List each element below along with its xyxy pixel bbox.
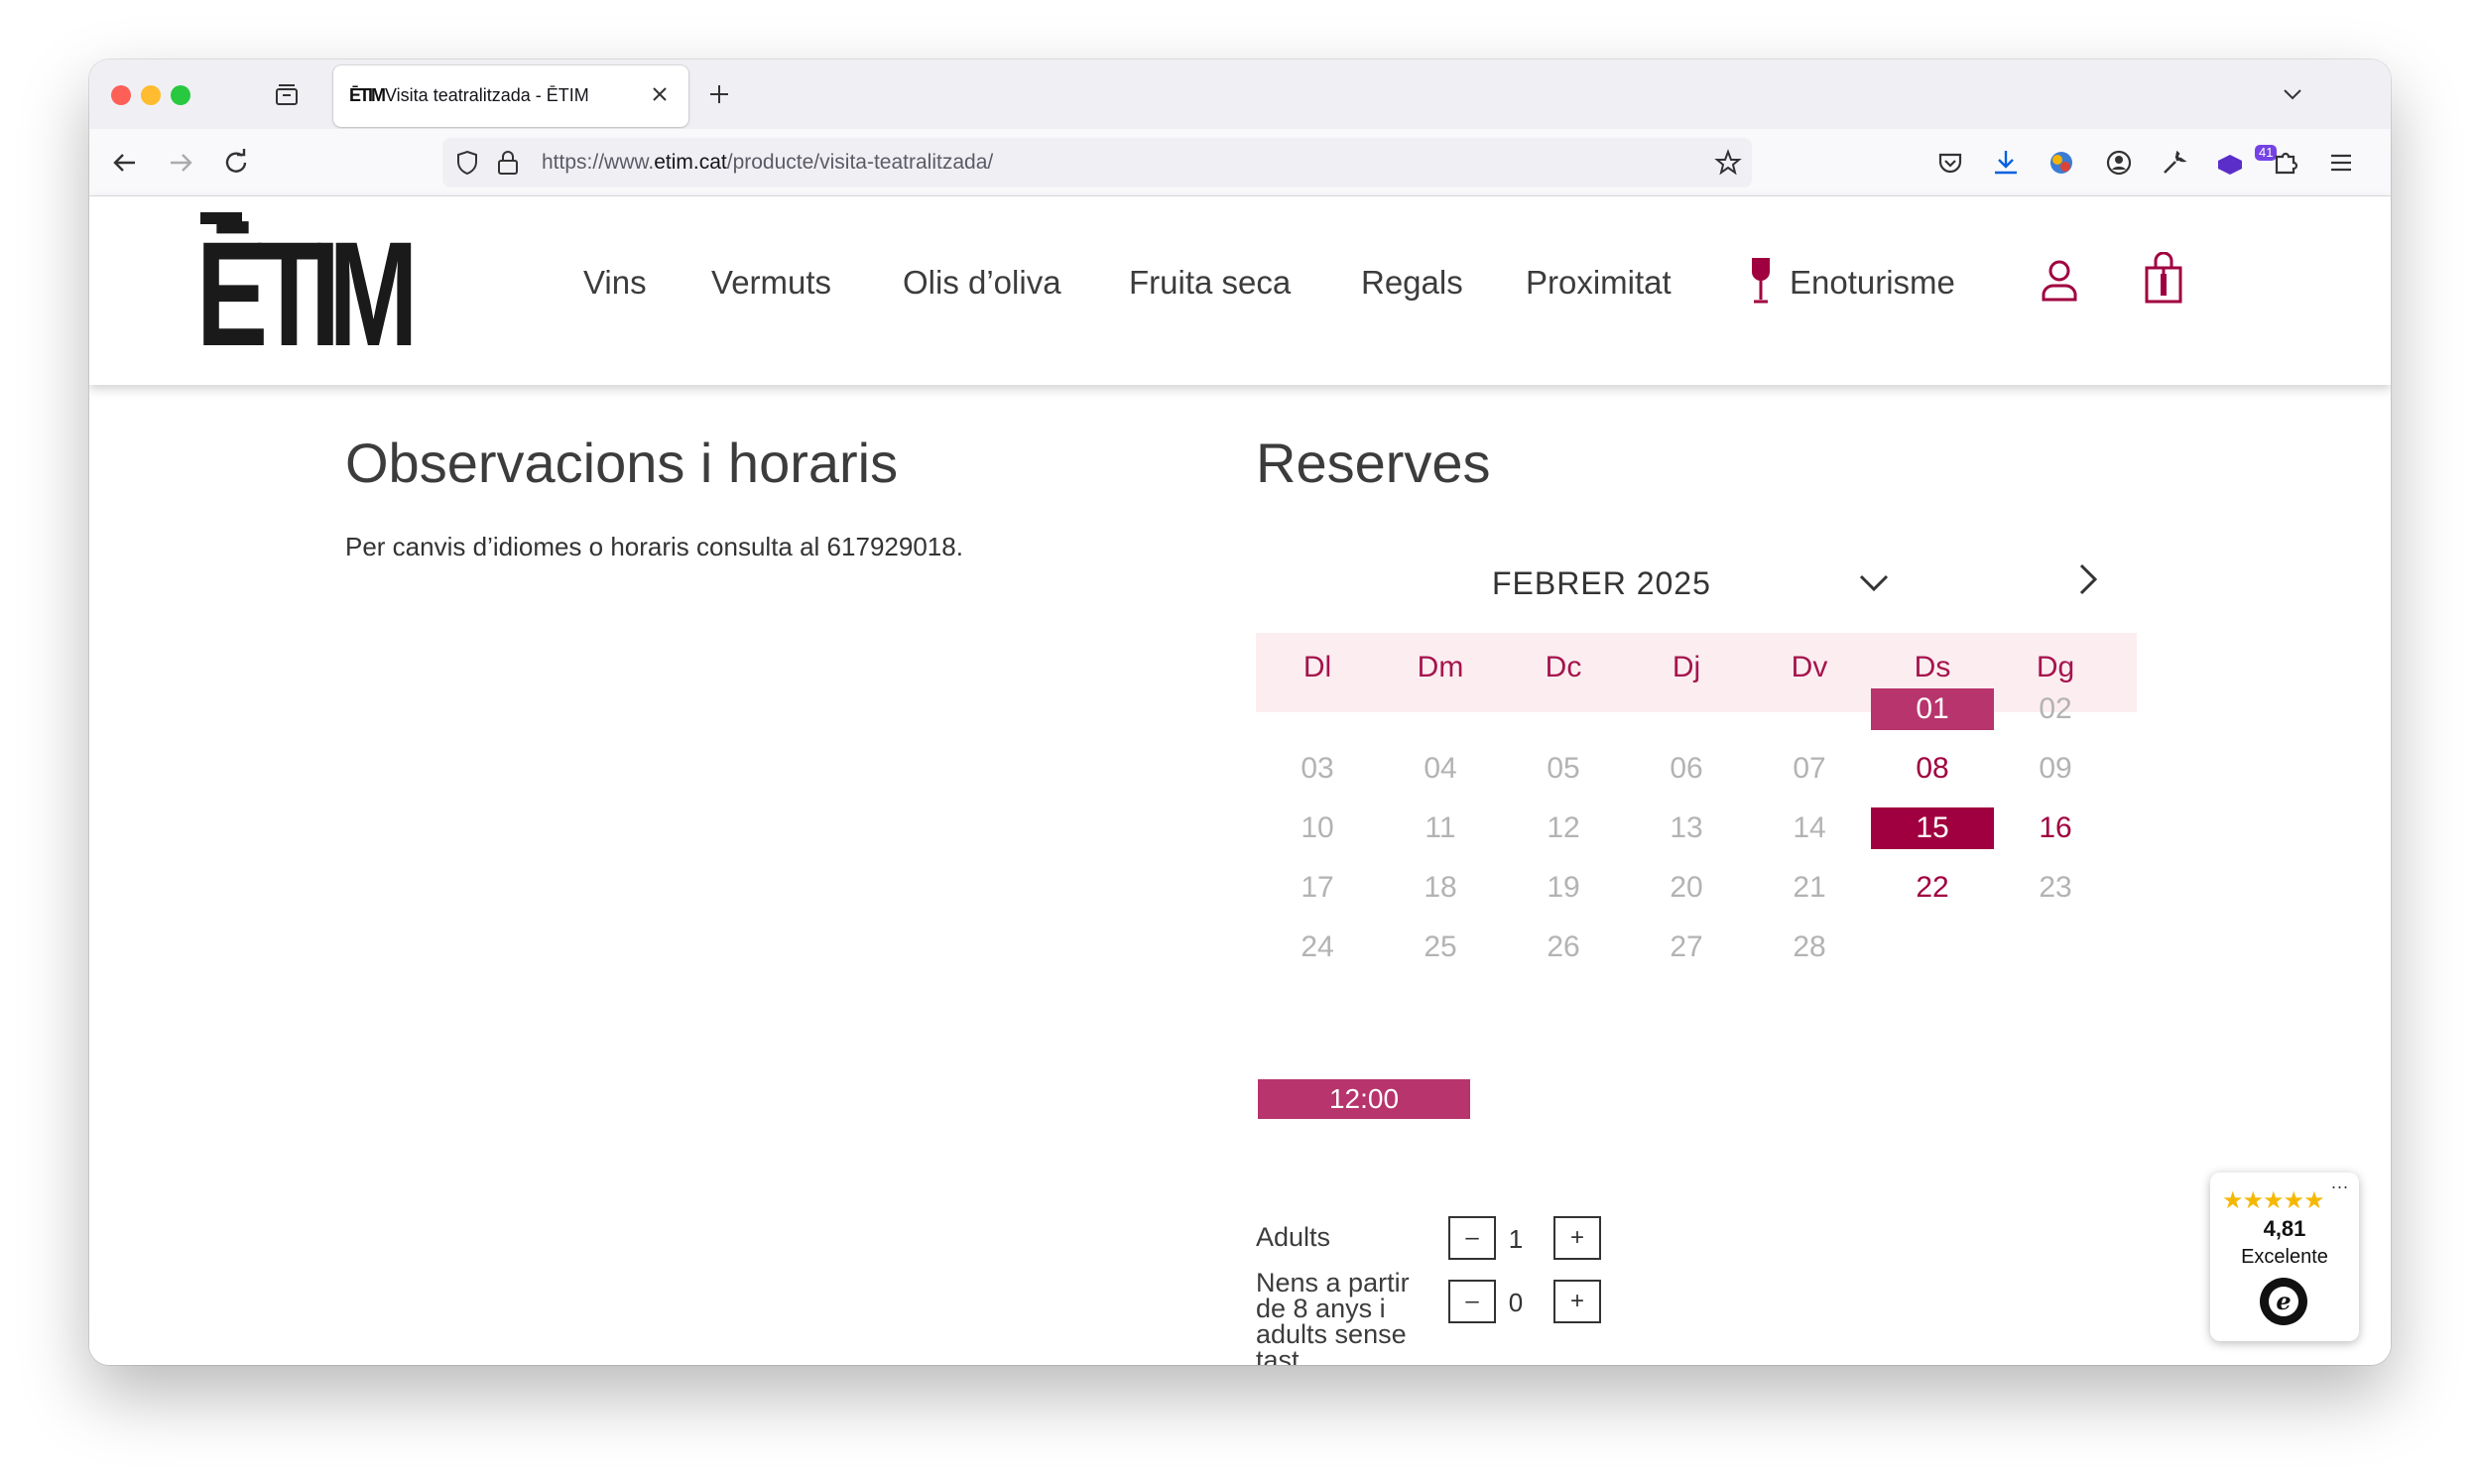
tab-title: Visita teatralitzada - ĒTIM xyxy=(385,85,589,105)
calendar-day-02[interactable]: 02 xyxy=(1994,688,2117,730)
adults-label: Adults xyxy=(1256,1222,1331,1252)
nav-olis[interactable]: Olis d’oliva xyxy=(903,264,1061,302)
chevron-right-icon[interactable] xyxy=(2071,559,2103,599)
time-slot-button[interactable]: 12:00 xyxy=(1258,1079,1470,1119)
weekday-label: Dj xyxy=(1672,651,1701,683)
calendar-day-10[interactable]: 10 xyxy=(1256,807,1379,849)
downloads-icon[interactable] xyxy=(1990,147,2022,179)
extensions-puzzle-icon[interactable] xyxy=(2270,147,2301,179)
calendar-day-26[interactable]: 26 xyxy=(1502,927,1625,968)
site-header: ĒTIM Vins Vermuts Olis d’oliva Fruita se… xyxy=(89,196,2391,385)
calendar-day-22[interactable]: 22 xyxy=(1871,867,1994,909)
active-tab[interactable]: ĒTIM Visita teatralitzada - ĒTIM xyxy=(333,65,688,127)
extension-badge-icon[interactable] xyxy=(2214,147,2246,179)
tab-bar: ĒTIM Visita teatralitzada - ĒTIM xyxy=(89,60,2391,129)
calendar-day-20[interactable]: 20 xyxy=(1625,867,1748,909)
user-account-icon[interactable] xyxy=(2040,258,2079,302)
calendar-day-16[interactable]: 16 xyxy=(1994,807,2117,849)
observations-title: Observacions i horaris xyxy=(345,432,899,494)
calendar-day-28[interactable]: 28 xyxy=(1748,927,1871,968)
calendar-day-12[interactable]: 12 xyxy=(1502,807,1625,849)
calendar-day-19[interactable]: 19 xyxy=(1502,867,1625,909)
pocket-icon[interactable] xyxy=(1934,147,1966,179)
calendar-day-05[interactable]: 05 xyxy=(1502,748,1625,790)
month-label[interactable]: FEBRER 2025 xyxy=(1492,565,1711,602)
calendar-day-25[interactable]: 25 xyxy=(1379,927,1502,968)
svg-text:e: e xyxy=(2276,1287,2291,1315)
menu-icon[interactable] xyxy=(2325,147,2357,179)
reload-icon[interactable] xyxy=(220,147,252,179)
lock-icon[interactable] xyxy=(496,150,520,176)
account-icon[interactable] xyxy=(2103,147,2135,179)
calendar-day-07[interactable]: 07 xyxy=(1748,748,1871,790)
calendar-day-21[interactable]: 21 xyxy=(1748,867,1871,909)
children-label: Nens a partir de 8 anys i adults sense t… xyxy=(1256,1268,1410,1366)
weekday-label: Dm xyxy=(1417,651,1464,683)
calendar-day-27[interactable]: 27 xyxy=(1625,927,1748,968)
site-logo[interactable]: ĒTIM xyxy=(196,214,418,373)
reservations-title: Reserves xyxy=(1256,432,1491,494)
children-quantity[interactable]: 0 xyxy=(1496,1288,1536,1318)
nav-vermuts[interactable]: Vermuts xyxy=(711,264,831,302)
nav-enoturisme[interactable]: Enoturisme xyxy=(1790,264,1955,302)
calendar-day-24[interactable]: 24 xyxy=(1256,927,1379,968)
chevron-down-icon[interactable] xyxy=(2280,81,2305,107)
weekday-label: Ds xyxy=(1914,651,1951,683)
adults-quantity[interactable]: 1 xyxy=(1496,1224,1536,1255)
new-tab-icon[interactable] xyxy=(704,79,734,109)
rating-stars: ★★★★★ xyxy=(2222,1186,2325,1214)
adults-plus-button[interactable]: + xyxy=(1553,1216,1601,1260)
shield-icon[interactable] xyxy=(454,150,480,176)
wrench-icon[interactable] xyxy=(2159,147,2190,179)
navigation-toolbar: https://www.etim.cat/producte/visita-tea… xyxy=(89,129,2391,196)
trust-badge[interactable]: ... ★★★★★ 4,81 Excelente e xyxy=(2210,1173,2359,1341)
nav-fruita-seca[interactable]: Fruita seca xyxy=(1129,264,1291,302)
tab-favicon: ĒTIM xyxy=(349,85,386,105)
address-bar[interactable]: https://www.etim.cat/producte/visita-tea… xyxy=(442,138,1752,187)
calendar-day-08[interactable]: 08 xyxy=(1871,748,1994,790)
calendar-day-13[interactable]: 13 xyxy=(1625,807,1748,849)
trusted-shops-logo-icon: e xyxy=(2260,1278,2307,1325)
minimize-window-button[interactable] xyxy=(141,85,161,105)
calendar-day-01[interactable]: 01 xyxy=(1871,688,1994,730)
calendar-day-06[interactable]: 06 xyxy=(1625,748,1748,790)
tab-overview-icon[interactable] xyxy=(274,81,300,107)
calendar-day-04[interactable]: 04 xyxy=(1379,748,1502,790)
web-page: ĒTIM Vins Vermuts Olis d’oliva Fruita se… xyxy=(89,196,2391,1365)
children-minus-button[interactable]: – xyxy=(1448,1280,1496,1323)
url-text[interactable]: https://www.etim.cat/producte/visita-tea… xyxy=(542,151,993,175)
shopping-bag-icon[interactable] xyxy=(2143,252,2184,304)
browser-window: ĒTIM Visita teatralitzada - ĒTIM https:/… xyxy=(89,60,2391,1365)
close-window-button[interactable] xyxy=(111,85,131,105)
forward-icon[interactable] xyxy=(165,147,196,179)
close-tab-icon[interactable] xyxy=(645,79,675,109)
weekday-label: Dc xyxy=(1545,651,1582,683)
back-icon[interactable] xyxy=(109,147,141,179)
rating-score: 4,81 xyxy=(2263,1216,2306,1241)
bookmark-star-icon[interactable] xyxy=(1714,149,1742,177)
weekday-label: Dl xyxy=(1302,651,1332,683)
wine-glass-icon xyxy=(1752,258,1770,304)
calendar-day-03[interactable]: 03 xyxy=(1256,748,1379,790)
calendar-day-23[interactable]: 23 xyxy=(1994,867,2117,909)
nav-proximitat[interactable]: Proximitat xyxy=(1526,264,1672,302)
calendar-day-14[interactable]: 14 xyxy=(1748,807,1871,849)
zoom-window-button[interactable] xyxy=(171,85,190,105)
children-plus-button[interactable]: + xyxy=(1553,1280,1601,1323)
weekday-label: Dg xyxy=(2036,651,2075,683)
calendar-day-11[interactable]: 11 xyxy=(1379,807,1502,849)
extension-colorful-icon[interactable] xyxy=(2046,147,2077,179)
rating-label: Excelente xyxy=(2241,1246,2328,1268)
calendar-day-09[interactable]: 09 xyxy=(1994,748,2117,790)
weekday-label: Dv xyxy=(1791,651,1828,683)
calendar-day-18[interactable]: 18 xyxy=(1379,867,1502,909)
calendar-day-15[interactable]: 15 xyxy=(1871,807,1994,849)
adults-minus-button[interactable]: – xyxy=(1448,1216,1496,1260)
calendar-day-17[interactable]: 17 xyxy=(1256,867,1379,909)
nav-regals[interactable]: Regals xyxy=(1361,264,1463,302)
chevron-down-icon[interactable] xyxy=(1855,567,1893,597)
nav-vins[interactable]: Vins xyxy=(583,264,647,302)
observations-text: Per canvis d’idiomes o horaris consulta … xyxy=(345,532,963,561)
